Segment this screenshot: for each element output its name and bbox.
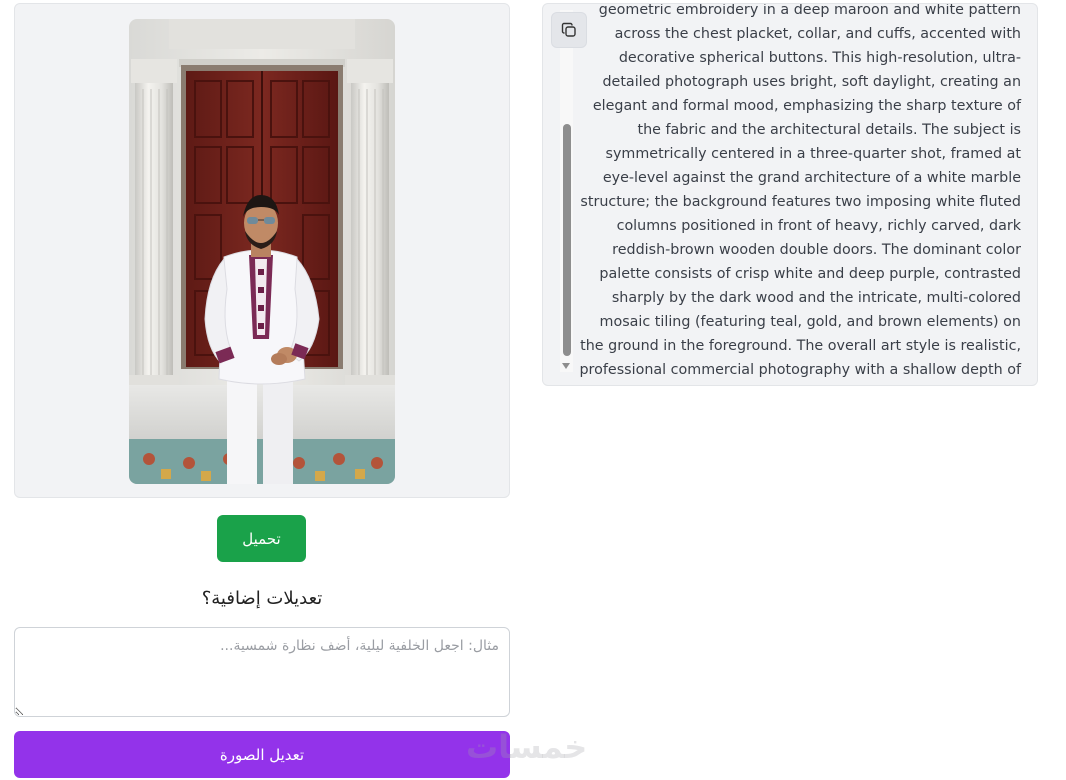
generated-photo [129,19,395,484]
prompt-panel: geometric embroidery in a deep maroon an… [542,3,1038,386]
scroll-down-arrow-icon[interactable] [562,363,570,369]
edit-image-button[interactable]: تعديل الصورة [14,731,510,778]
prompt-text: geometric embroidery in a deep maroon an… [579,3,1021,378]
copy-icon [561,22,576,37]
prompt-scrollbar[interactable] [560,10,573,372]
download-button[interactable]: تحميل [217,515,306,562]
edits-heading: تعديلات إضافية؟ [201,588,323,609]
copy-button[interactable] [551,12,587,48]
image-panel [14,3,510,498]
edits-textarea[interactable] [14,627,510,717]
scrollbar-thumb[interactable] [563,124,571,356]
